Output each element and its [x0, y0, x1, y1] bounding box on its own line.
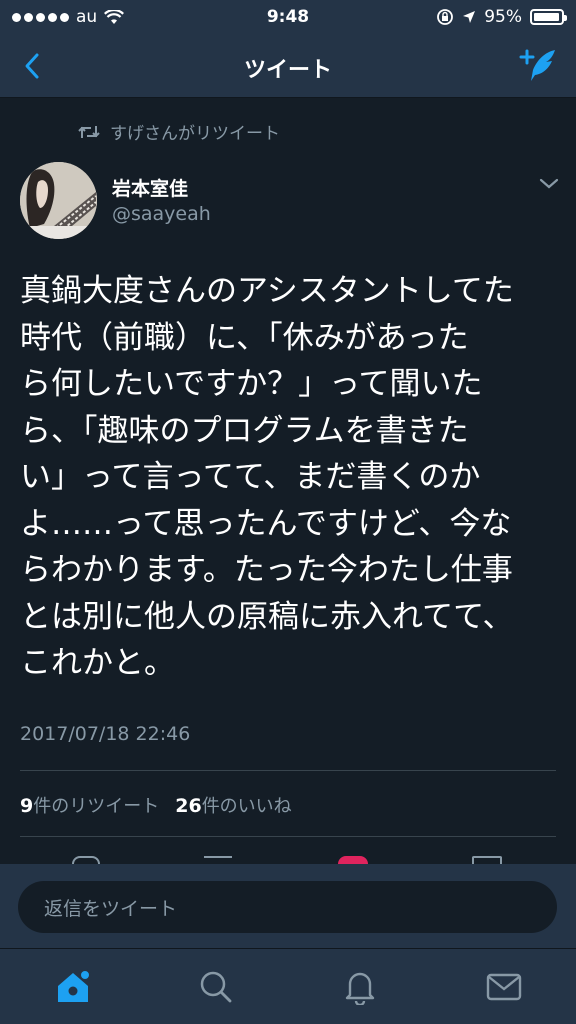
bell-icon	[345, 972, 375, 1005]
tab-notifications[interactable]	[340, 967, 380, 1007]
battery-icon	[530, 9, 567, 25]
retweet-context[interactable]: すげさんがリツイート	[78, 119, 280, 144]
battery-percent: 95%	[484, 7, 522, 27]
status-left: au	[12, 7, 125, 27]
mail-icon	[486, 973, 522, 1001]
tweet-timestamp: 2017/07/18 22:46	[20, 723, 191, 745]
heart-icon[interactable]	[338, 856, 368, 864]
author-name[interactable]: 岩本室佳	[112, 174, 188, 201]
tab-bar	[0, 948, 576, 1024]
author-handle[interactable]: @saayeah	[112, 203, 211, 225]
retweet-count[interactable]: 9	[20, 795, 33, 817]
tab-home[interactable]	[53, 967, 93, 1007]
reply-icon[interactable]	[72, 856, 100, 864]
signal-strength-icon	[12, 12, 69, 22]
like-count[interactable]: 26	[175, 795, 201, 817]
wifi-icon	[104, 9, 125, 24]
avatar[interactable]	[20, 162, 97, 239]
retweet-icon	[78, 125, 100, 138]
avatar-image	[20, 162, 97, 239]
rotation-lock-icon	[437, 9, 454, 25]
retweet-count-label[interactable]: 件のリツイート	[33, 792, 159, 818]
home-icon	[58, 969, 91, 1002]
share-icon[interactable]	[472, 856, 502, 864]
reply-placeholder: 返信をツイート	[44, 897, 178, 920]
navigation-bar: ツイート	[0, 34, 576, 98]
divider	[20, 836, 556, 837]
retweet-action-icon[interactable]	[204, 856, 232, 864]
carrier-label: au	[76, 7, 98, 27]
status-right: 95%	[436, 7, 567, 27]
tab-messages[interactable]	[484, 967, 524, 1007]
compose-tweet-icon	[519, 49, 555, 81]
status-bar: au 9:48 95%	[0, 0, 576, 34]
tab-search[interactable]	[196, 967, 236, 1007]
tweet-options-button[interactable]	[538, 176, 562, 196]
search-icon	[200, 971, 232, 1003]
compose-tweet-button[interactable]	[516, 44, 562, 88]
reply-bar: 返信をツイート	[0, 864, 576, 948]
tweet-stats: 9 件のリツイート 26 件のいいね	[20, 792, 292, 818]
divider	[20, 770, 556, 771]
tweet-text: 真鍋大度さんのアシスタントしてた 時代（前職）に、「休みがあった ら何したいです…	[20, 273, 514, 681]
like-count-label[interactable]: 件のいいね	[202, 792, 292, 818]
location-arrow-icon	[463, 11, 476, 23]
tweet-actions	[0, 850, 576, 864]
retweet-context-label: すげさんがリツイート	[110, 124, 280, 144]
reply-input[interactable]: 返信をツイート	[18, 881, 557, 933]
battery-level	[534, 13, 559, 21]
page-title: ツイート	[243, 58, 332, 83]
chevron-down-icon	[539, 178, 559, 189]
